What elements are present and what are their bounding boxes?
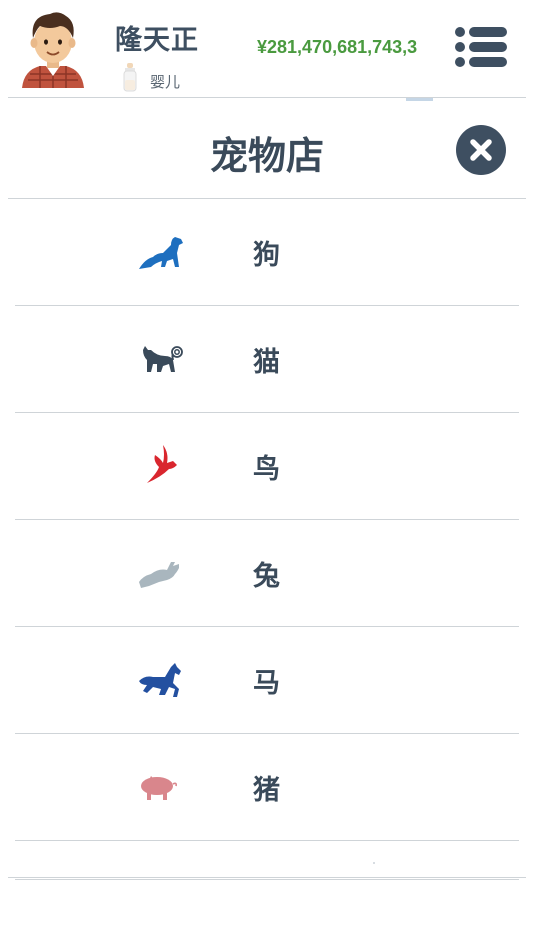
decorative-dot xyxy=(373,862,375,864)
horse-icon xyxy=(139,663,181,697)
close-icon xyxy=(470,139,492,161)
pet-item-label: 猪 xyxy=(253,775,280,806)
pet-item-cat[interactable]: 猫 xyxy=(15,306,519,413)
page-title: 宠物店 xyxy=(209,134,324,178)
pet-item-horse[interactable]: 马 xyxy=(15,627,519,734)
life-stage-label: 婴儿 xyxy=(150,73,181,91)
pet-item-pig[interactable]: 猪 xyxy=(15,734,519,841)
divider xyxy=(8,97,526,98)
rabbit-icon xyxy=(139,562,179,588)
modal-header: 宠物店 xyxy=(0,99,534,198)
divider xyxy=(8,877,526,878)
pet-item-label: 马 xyxy=(253,668,280,699)
list-item xyxy=(15,841,519,880)
pet-item-bird[interactable]: 鸟 xyxy=(15,413,519,520)
player-name: 隆天正 xyxy=(115,25,199,56)
money-balance: ¥281,470,681,743,3 xyxy=(257,37,418,57)
pet-item-label: 猫 xyxy=(253,347,280,378)
bird-icon xyxy=(147,445,177,483)
top-bar: 隆天正 婴儿 ¥281,470,681,743,3 xyxy=(0,0,534,97)
baby-bottle-icon xyxy=(123,63,137,92)
pet-item-label: 兔 xyxy=(253,561,280,592)
pet-item-dog[interactable]: 狗 xyxy=(15,199,519,306)
pig-icon xyxy=(141,776,177,800)
avatar[interactable] xyxy=(20,8,86,88)
pet-list: 狗 猫 鸟 兔 马 猪 xyxy=(15,199,519,880)
pet-item-label: 狗 xyxy=(253,240,280,271)
cat-icon xyxy=(143,346,183,372)
menu-list-icon[interactable] xyxy=(454,26,508,68)
pet-item-rabbit[interactable]: 兔 xyxy=(15,520,519,627)
dog-icon xyxy=(139,237,183,269)
pet-item-label: 鸟 xyxy=(253,454,280,485)
close-button[interactable] xyxy=(456,125,506,175)
